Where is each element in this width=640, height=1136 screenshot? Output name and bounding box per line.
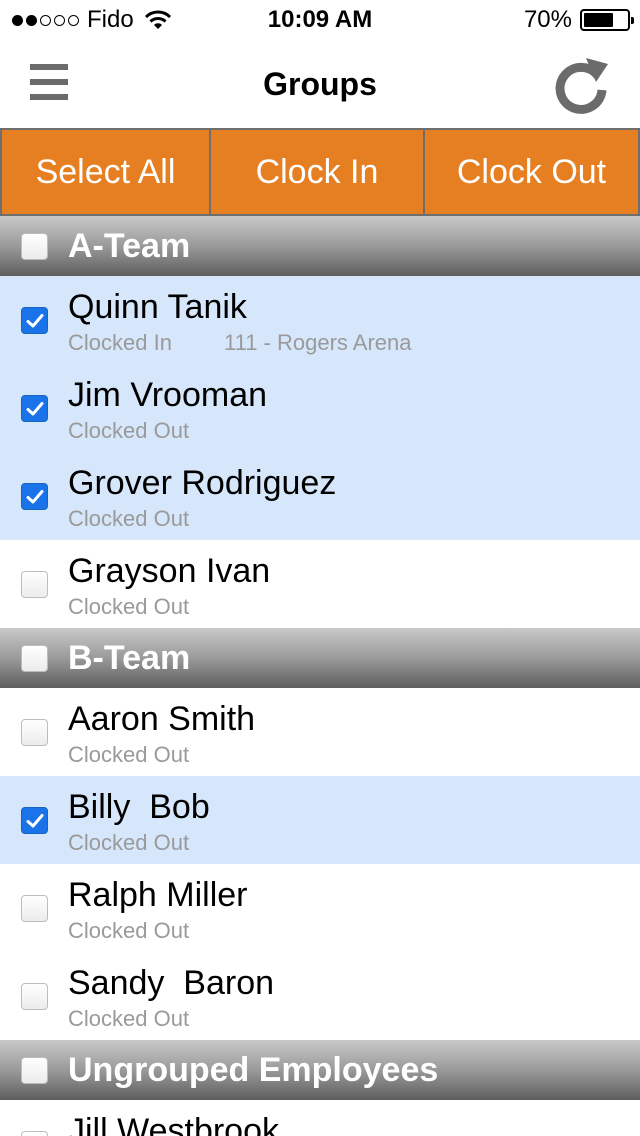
checkmark-icon xyxy=(26,401,43,415)
employee-checkbox[interactable] xyxy=(21,807,48,834)
employee-name: Grayson Ivan xyxy=(68,552,271,590)
employee-row[interactable]: Grayson Ivan Clocked Out xyxy=(0,540,640,628)
employee-checkbox[interactable] xyxy=(21,307,48,334)
status-bar: Fido 10:09 AM 70% xyxy=(0,0,640,40)
employee-name: Sandy Baron xyxy=(68,964,275,1002)
employee-status: Clocked Out xyxy=(68,1006,190,1031)
employee-name: Aaron Smith xyxy=(68,700,256,738)
employee-checkbox[interactable] xyxy=(21,571,48,598)
employee-checkbox[interactable] xyxy=(21,395,48,422)
employee-status: Clocked Out xyxy=(68,418,190,443)
group-name: A-Team xyxy=(68,226,191,265)
group-header[interactable]: Ungrouped Employees xyxy=(0,1040,640,1100)
employee-status: Clocked Out xyxy=(68,918,190,943)
group-checkbox[interactable] xyxy=(21,1056,48,1084)
checkmark-icon xyxy=(26,813,43,827)
group-header[interactable]: A-Team xyxy=(0,216,640,276)
clock-in-button[interactable]: Clock In xyxy=(211,130,425,214)
clock-out-button[interactable]: Clock Out xyxy=(425,130,638,214)
employee-row[interactable]: Ralph Miller Clocked Out xyxy=(0,864,640,952)
group-checkbox[interactable] xyxy=(21,232,48,260)
employee-name: Jill Westbrook xyxy=(68,1112,279,1136)
employee-row[interactable]: Jim Vrooman Clocked Out xyxy=(0,364,640,452)
employee-row[interactable]: Jill Westbrook xyxy=(0,1100,640,1136)
employee-status: Clocked Out xyxy=(68,830,190,855)
employee-checkbox[interactable] xyxy=(21,983,48,1010)
employee-location: 111 - Rogers Arena xyxy=(224,330,412,355)
employee-name: Jim Vrooman xyxy=(68,376,268,414)
employee-row[interactable]: Billy Bob Clocked Out xyxy=(0,776,640,864)
checkmark-icon xyxy=(26,313,43,327)
battery-icon xyxy=(580,9,634,31)
employee-name: Grover Rodriguez xyxy=(68,464,337,502)
navigation-bar: Groups xyxy=(0,40,640,128)
action-bar: Select All Clock In Clock Out xyxy=(0,128,640,216)
group-checkbox[interactable] xyxy=(21,644,48,672)
employee-checkbox[interactable] xyxy=(21,895,48,922)
employee-status: Clocked Out xyxy=(68,594,190,619)
refresh-icon[interactable] xyxy=(550,54,612,116)
employee-row[interactable]: Sandy Baron Clocked Out xyxy=(0,952,640,1040)
page-title: Groups xyxy=(263,66,377,102)
employee-row[interactable]: Quinn Tanik Clocked In 111 - Rogers Arena xyxy=(0,276,640,364)
employee-name: Ralph Miller xyxy=(68,876,248,914)
group-header[interactable]: B-Team xyxy=(0,628,640,688)
battery-fill xyxy=(584,13,614,27)
employee-name: Billy Bob xyxy=(68,788,210,826)
employee-checkbox[interactable] xyxy=(21,719,48,746)
employee-status: Clocked Out xyxy=(68,742,190,767)
checkmark-icon xyxy=(26,489,43,503)
group-name: Ungrouped Employees xyxy=(68,1050,439,1089)
status-right: 70% xyxy=(523,6,634,34)
employee-status: Clocked Out xyxy=(68,506,190,531)
employee-status: Clocked In xyxy=(68,330,172,355)
employee-checkbox[interactable] xyxy=(21,483,48,510)
group-name: B-Team xyxy=(68,638,191,677)
employee-list: A-Team Quinn Tanik Clocked In 111 - Rogers … xyxy=(0,216,640,1136)
select-all-button[interactable]: Select All xyxy=(2,130,211,214)
employee-name: Quinn Tanik xyxy=(68,288,247,326)
employee-checkbox[interactable] xyxy=(21,1131,48,1136)
employee-row[interactable]: Aaron Smith Clocked Out xyxy=(0,688,640,776)
battery-percentage: 70% xyxy=(523,6,572,33)
employee-row[interactable]: Grover Rodriguez Clocked Out xyxy=(0,452,640,540)
